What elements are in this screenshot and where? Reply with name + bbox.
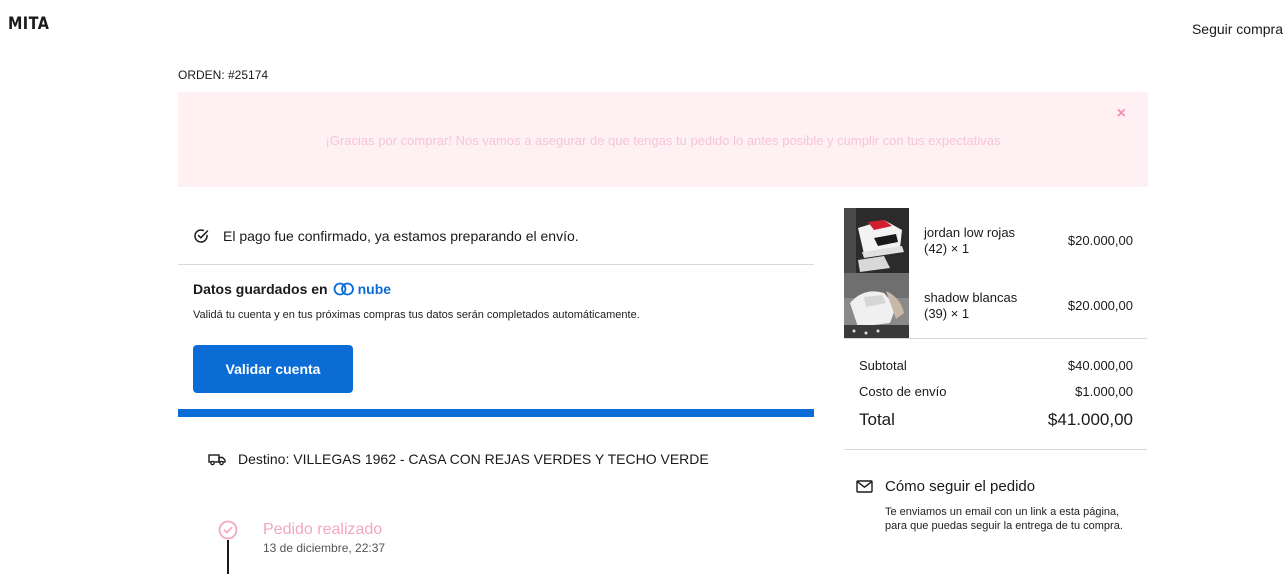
timeline-step-title: Pedido realizado	[263, 521, 383, 538]
product-thumbnail	[844, 208, 909, 273]
item-price: $20.000,00	[1067, 298, 1133, 313]
nube-description: Validá tu cuenta y en tus próximas compr…	[193, 309, 640, 321]
cart-item: jordan low rojas (42) × 1 $20.000,00	[844, 208, 1147, 273]
close-icon[interactable]: ×	[1117, 105, 1126, 123]
nube-cloud-icon	[333, 282, 354, 296]
timeline-line	[227, 540, 229, 574]
item-price: $20.000,00	[1067, 233, 1133, 248]
payment-status: El pago fue confirmado, ya estamos prepa…	[178, 208, 814, 265]
nube-title-text: Datos guardados en	[193, 281, 328, 297]
main-column: El pago fue confirmado, ya estamos prepa…	[178, 208, 814, 465]
item-name: shadow blancas	[924, 289, 1018, 305]
track-order-link[interactable]: Seguir compra	[1192, 21, 1283, 37]
subtotal-row: Subtotal $40.000,00	[859, 353, 1133, 379]
payment-status-text: El pago fue confirmado, ya estamos prepa…	[223, 228, 579, 244]
total-label: Total	[859, 410, 895, 429]
cart-item: shadow blancas (39) × 1 $20.000,00	[844, 273, 1147, 338]
shipping-destination: Destino: VILLEGAS 1962 - CASA CON REJAS …	[208, 451, 709, 467]
order-number: ORDEN: #25174	[178, 68, 269, 82]
follow-order-info: Cómo seguir el pedido Te enviamos un ema…	[856, 478, 1136, 533]
check-circle-icon	[194, 229, 209, 243]
timeline-step-date: 13 de diciembre, 22:37	[263, 541, 386, 555]
brand-logo[interactable]: MITA	[8, 14, 49, 34]
item-variant: (42) × 1	[924, 240, 970, 256]
validate-account-button[interactable]: Validar cuenta	[193, 345, 353, 393]
item-variant: (39) × 1	[924, 305, 970, 321]
product-thumbnail	[844, 273, 909, 338]
item-info: jordan low rojas (42) × 1	[924, 225, 1044, 257]
shipping-cost-label: Costo de envío	[859, 384, 947, 399]
item-info: shadow blancas (39) × 1	[924, 290, 1044, 322]
total-value: $41.000,00	[1047, 410, 1133, 429]
thank-you-alert: ¡Gracias por comprar! Nos vamos a asegur…	[178, 92, 1148, 187]
totals-box: Subtotal $40.000,00 Costo de envío $1.00…	[844, 338, 1147, 450]
follow-order-title: Cómo seguir el pedido	[856, 478, 1136, 495]
nube-title: Datos guardados en nube	[193, 281, 799, 297]
nube-logo: nube	[333, 281, 391, 297]
destination-text: Destino: VILLEGAS 1962 - CASA CON REJAS …	[238, 451, 709, 467]
nube-logo-text: nube	[357, 281, 392, 297]
follow-title-text: Cómo seguir el pedido	[885, 478, 1036, 495]
subtotal-value: $40.000,00	[1067, 358, 1133, 373]
total-row: Total $41.000,00	[859, 405, 1133, 435]
nube-saved-data: Datos guardados en nube Validá tu cuenta…	[178, 265, 814, 465]
alert-message: ¡Gracias por comprar! Nos vamos a asegur…	[325, 133, 1001, 148]
section-divider-bar	[178, 409, 814, 417]
shipping-cost-row: Costo de envío $1.000,00	[859, 379, 1133, 405]
follow-description: Te enviamos un email con un link a esta …	[885, 506, 1123, 532]
mail-icon	[856, 480, 873, 493]
shipping-cost-value: $1.000,00	[1075, 384, 1133, 399]
subtotal-label: Subtotal	[859, 358, 907, 373]
item-name: jordan low rojas	[924, 224, 1016, 240]
truck-icon	[208, 454, 226, 466]
order-summary: jordan low rojas (42) × 1 $20.000,00 sha…	[844, 208, 1147, 450]
